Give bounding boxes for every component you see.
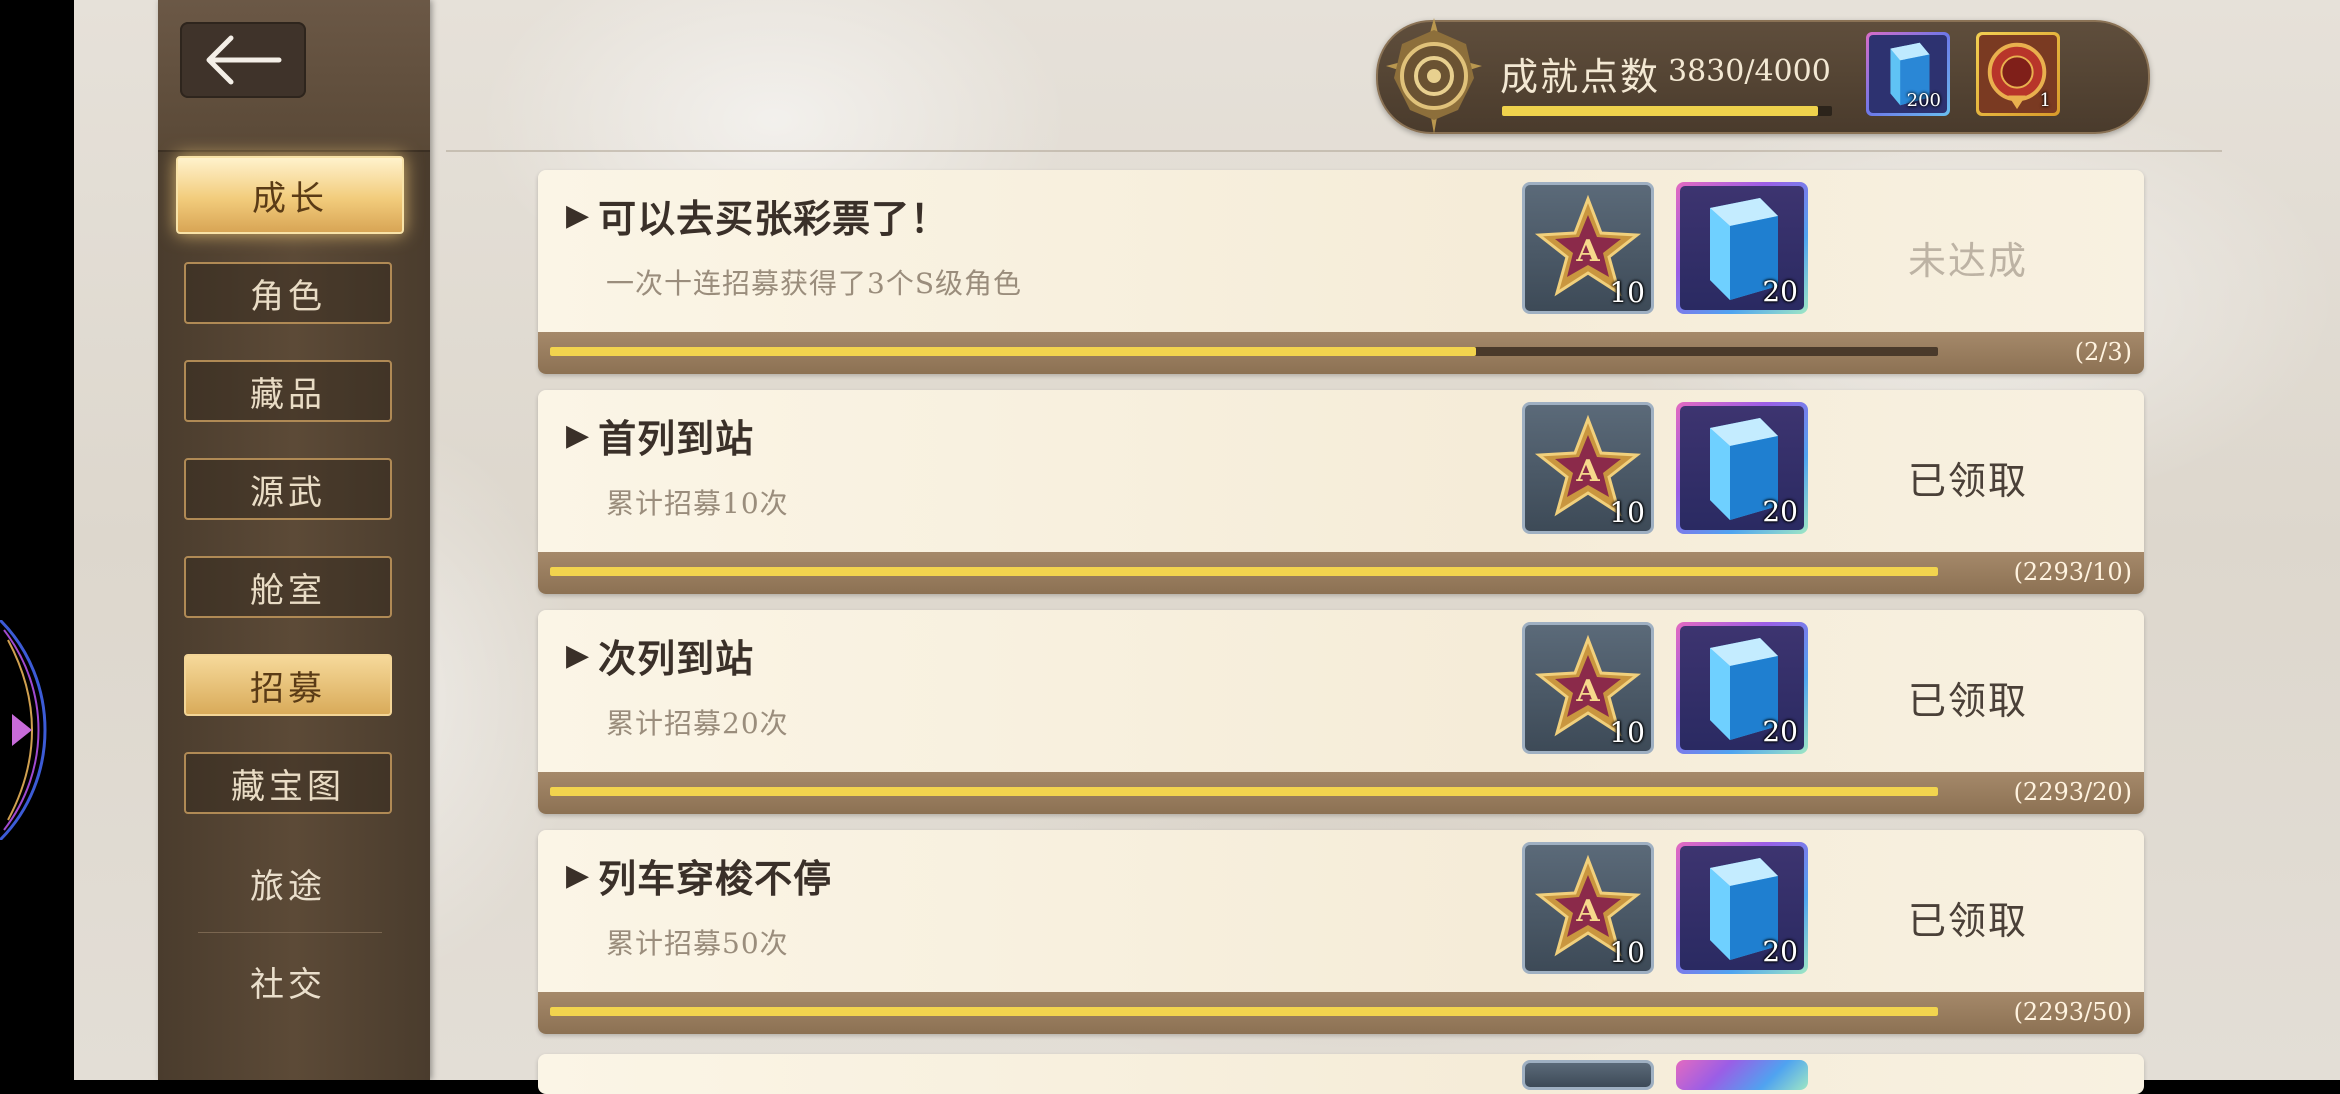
achievement-progress-track <box>550 347 1938 356</box>
reward-count: 20 <box>1762 935 1798 968</box>
achievement-progress-fill <box>550 567 1938 576</box>
achievement-title: ▶ 列车穿梭不停 <box>566 848 832 903</box>
sidebar-item-label: 角色 <box>250 276 326 317</box>
achievement-title: ▶ 次列到站 <box>566 628 754 683</box>
sidebar-item-label: 社交 <box>250 964 326 1005</box>
header-divider <box>446 150 2222 152</box>
achievement-progress-count: (2293/10) <box>2013 558 2132 586</box>
side-drawer-handle-icon[interactable] <box>0 620 60 840</box>
sidebar-divider <box>198 932 382 933</box>
achievement-status[interactable]: 已领取 <box>1838 450 2098 505</box>
category-sidebar: 成长 角色 藏品 源武 舱室 招募 藏宝图 旅途 社交 <box>158 0 430 1080</box>
milestone-reward-crystal[interactable]: 200 <box>1866 32 1950 116</box>
achievement-description: 累计招募10次 <box>606 487 789 520</box>
achievement-status[interactable]: 已领取 <box>1838 670 2098 725</box>
reward-rank-a-token[interactable]: A 10 <box>1522 182 1654 314</box>
reward-count: 10 <box>1609 936 1645 969</box>
reward-count: 20 <box>1762 275 1798 308</box>
achievement-title-text: 次列到站 <box>598 636 755 681</box>
achievement-progress-bar: (2293/20) <box>538 772 2144 814</box>
reward-rank-a-token[interactable]: A 10 <box>1522 402 1654 534</box>
sidebar-item-social[interactable]: 社交 <box>184 950 392 1012</box>
achievement-points-label: 成就点数 <box>1500 55 1661 99</box>
achievement-progress-track <box>550 1007 1938 1016</box>
achievement-progress-fill <box>550 1007 1938 1016</box>
back-button[interactable] <box>180 22 306 98</box>
achievement-card[interactable]: ▶ 首列到站 累计招募10次 A 10 20 已领取 (2293/10) <box>538 390 2144 594</box>
reward-slot-b <box>1676 1060 1808 1090</box>
sidebar-item-recruit[interactable]: 招募 <box>184 654 392 716</box>
sidebar-item-journey[interactable]: 旅途 <box>184 852 392 914</box>
sidebar-item-label: 招募 <box>250 668 326 709</box>
achievement-points-bar: 成就点数 3830/4000 200 1 <box>1376 18 2150 134</box>
achievement-medal-icon <box>1386 18 1482 134</box>
sidebar-item-source-weapon[interactable]: 源武 <box>184 458 392 520</box>
achievement-status[interactable]: 未达成 <box>1838 230 2098 285</box>
achievement-title: ▶ 可以去买张彩票了！ <box>566 188 949 243</box>
achievement-card[interactable]: ▶ 列车穿梭不停 累计招募50次 A 10 20 已领取 (2293/50) <box>538 830 2144 1034</box>
back-arrow-icon <box>206 35 282 85</box>
reward-crystal-token[interactable]: 20 <box>1676 622 1808 754</box>
achievement-progress-fill <box>550 347 1476 356</box>
achievement-progress-count: (2/3) <box>2074 338 2132 366</box>
achievement-progress-bar: (2/3) <box>538 332 2144 374</box>
sidebar-item-collection[interactable]: 藏品 <box>184 360 392 422</box>
milestone-reward-emblem[interactable]: 1 <box>1976 32 2060 116</box>
sidebar-item-label: 成长 <box>252 178 328 219</box>
achievement-progress-bar: (2293/50) <box>538 992 2144 1034</box>
achievement-status[interactable]: 已领取 <box>1838 890 2098 945</box>
screen-edge <box>0 0 74 1080</box>
sidebar-item-label: 源武 <box>250 472 326 513</box>
achievement-points-progress-fill <box>1502 106 1818 116</box>
reward-count: 200 <box>1906 90 1941 111</box>
svg-text:A: A <box>1575 894 1600 929</box>
achievement-progress-track <box>550 567 1938 576</box>
achievement-progress-bar: (2293/10) <box>538 552 2144 594</box>
reward-crystal-token[interactable]: 20 <box>1676 402 1808 534</box>
achievement-description: 累计招募50次 <box>606 927 789 960</box>
sidebar-header <box>158 0 430 152</box>
reward-crystal-token[interactable]: 20 <box>1676 182 1808 314</box>
achievement-card-partial <box>538 1054 2144 1094</box>
expand-triangle-icon: ▶ <box>566 638 591 673</box>
achievement-description: 累计招募20次 <box>606 707 789 740</box>
reward-count: 20 <box>1762 715 1798 748</box>
expand-triangle-icon: ▶ <box>566 418 591 453</box>
reward-count: 1 <box>2039 90 2051 111</box>
sidebar-item-growth[interactable]: 成长 <box>176 156 404 234</box>
reward-count: 10 <box>1609 496 1645 529</box>
sidebar-item-label: 旅途 <box>250 866 326 907</box>
reward-count: 20 <box>1762 495 1798 528</box>
achievement-progress-fill <box>550 787 1938 796</box>
reward-crystal-token[interactable]: 20 <box>1676 842 1808 974</box>
achievement-title-text: 可以去买张彩票了！ <box>598 196 950 241</box>
achievement-points-value: 3830/4000 <box>1668 54 1831 89</box>
achievement-progress-count: (2293/20) <box>2013 778 2132 806</box>
svg-text:A: A <box>1575 234 1600 269</box>
achievement-title-text: 首列到站 <box>598 416 755 461</box>
reward-count: 10 <box>1609 276 1645 309</box>
achievement-points-progress <box>1502 106 1832 116</box>
achievement-card[interactable]: ▶ 可以去买张彩票了！ 一次十连招募获得了3个S级角色 A 10 20 未达成 … <box>538 170 2144 374</box>
sidebar-item-label: 舱室 <box>250 570 326 611</box>
sidebar-item-label: 藏品 <box>250 374 326 415</box>
svg-text:A: A <box>1575 454 1600 489</box>
expand-triangle-icon: ▶ <box>566 198 591 233</box>
achievement-progress-track <box>550 787 1938 796</box>
achievement-description: 一次十连招募获得了3个S级角色 <box>606 267 1022 300</box>
reward-rank-a-token[interactable]: A 10 <box>1522 842 1654 974</box>
sidebar-item-character[interactable]: 角色 <box>184 262 392 324</box>
reward-rank-a-token[interactable]: A 10 <box>1522 622 1654 754</box>
reward-slot-a <box>1522 1060 1654 1090</box>
svg-text:A: A <box>1575 674 1600 709</box>
sidebar-item-cabin[interactable]: 舱室 <box>184 556 392 618</box>
sidebar-item-label: 藏宝图 <box>231 766 345 807</box>
achievement-progress-count: (2293/50) <box>2013 998 2132 1026</box>
achievement-title-text: 列车穿梭不停 <box>598 856 833 901</box>
sidebar-item-treasure-map[interactable]: 藏宝图 <box>184 752 392 814</box>
achievement-title: ▶ 首列到站 <box>566 408 754 463</box>
reward-count: 10 <box>1609 716 1645 749</box>
expand-triangle-icon: ▶ <box>566 858 591 893</box>
achievement-card[interactable]: ▶ 次列到站 累计招募20次 A 10 20 已领取 (2293/20) <box>538 610 2144 814</box>
